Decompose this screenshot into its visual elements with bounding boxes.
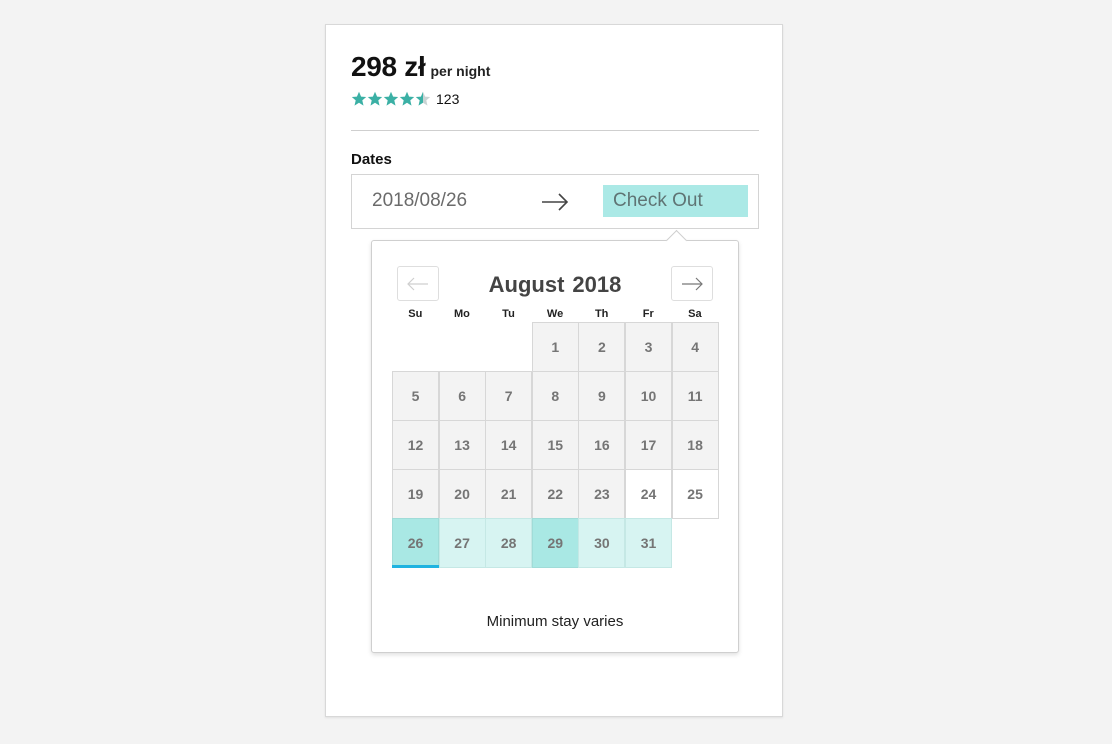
calendar-day[interactable]: 17 xyxy=(625,420,672,470)
calendar-day[interactable]: 11 xyxy=(671,371,719,421)
calendar-day[interactable]: 4 xyxy=(671,322,719,372)
check-in-field[interactable]: 2018/08/26 xyxy=(372,190,467,212)
calendar-day[interactable]: 16 xyxy=(578,420,626,470)
weekday-label: Su xyxy=(408,308,423,320)
calendar-day[interactable]: 7 xyxy=(485,371,533,421)
calendar-day[interactable]: 9 xyxy=(578,371,626,421)
price: 298 zł xyxy=(351,51,426,82)
calendar-day[interactable]: 24 xyxy=(625,469,672,519)
month-year: 2018 xyxy=(572,272,622,297)
dates-label: Dates xyxy=(351,151,392,168)
calendar-day[interactable]: 19 xyxy=(392,469,439,519)
calendar-day[interactable]: 18 xyxy=(671,420,719,470)
arrow-right-icon xyxy=(542,193,569,211)
divider xyxy=(351,130,759,131)
calendar-day[interactable]: 12 xyxy=(392,420,439,470)
review-count: 123 xyxy=(436,91,460,107)
calendar-day[interactable]: 10 xyxy=(625,371,672,421)
month-name: August xyxy=(488,272,565,297)
weekday-label: We xyxy=(546,308,564,320)
calendar-day[interactable]: 22 xyxy=(531,469,579,519)
calendar-day[interactable]: 29 xyxy=(531,518,579,568)
calendar-day[interactable]: 23 xyxy=(578,469,626,519)
minimum-stay-note: Minimum stay varies xyxy=(486,613,624,630)
calendar-popup: August 2018 Su Mo Tu We Th Fr Sa 1 2 3 4 5 6 7 8 9 10 11 1… xyxy=(371,229,739,653)
arrow-right-icon xyxy=(682,277,703,290)
calendar-day[interactable]: 8 xyxy=(531,371,579,421)
calendar-day[interactable]: 5 xyxy=(392,371,439,421)
calendar-day[interactable]: 1 xyxy=(531,322,579,372)
calendar-day[interactable]: 26 xyxy=(392,518,439,568)
star-icon xyxy=(367,91,383,106)
next-month-button[interactable] xyxy=(671,266,713,301)
booking-card: 298 zł per night 123 Dates 2018/08/26 Ch… xyxy=(325,24,783,717)
price-row: 298 zł per night xyxy=(351,51,490,83)
star-icon xyxy=(415,91,431,106)
weekday-label: Sa xyxy=(688,308,702,320)
calendar-day[interactable]: 15 xyxy=(531,420,579,470)
star-rating xyxy=(351,91,431,107)
star-icon xyxy=(351,91,367,106)
calendar-day[interactable]: 3 xyxy=(625,322,672,372)
star-icon xyxy=(399,91,415,106)
per-night-label: per night xyxy=(430,63,491,79)
calendar-day[interactable]: 25 xyxy=(671,469,719,519)
star-icon xyxy=(383,91,399,106)
calendar-day[interactable]: 28 xyxy=(485,518,533,568)
weekday-label: Mo xyxy=(453,308,470,320)
calendar-day[interactable]: 21 xyxy=(485,469,533,519)
calendar-day[interactable]: 30 xyxy=(578,518,626,568)
check-out-field[interactable]: Check Out xyxy=(603,185,748,217)
weekday-label: Fr xyxy=(642,308,654,320)
calendar-day[interactable]: 2 xyxy=(578,322,626,372)
date-range-input: 2018/08/26 Check Out xyxy=(351,174,759,229)
calendar-day[interactable]: 6 xyxy=(438,371,486,421)
weekday-header: Su Mo Tu We Th Fr Sa xyxy=(392,308,718,320)
calendar-day[interactable]: 20 xyxy=(438,469,486,519)
calendar-day[interactable]: 27 xyxy=(438,518,486,568)
weekday-label: Tu xyxy=(502,308,515,320)
rating-row[interactable]: 123 xyxy=(351,91,459,107)
calendar-day[interactable]: 13 xyxy=(438,420,486,470)
calendar-day[interactable]: 31 xyxy=(625,518,672,568)
calendar-day[interactable]: 14 xyxy=(485,420,533,470)
weekday-label: Th xyxy=(594,308,609,320)
popup-caret xyxy=(665,229,688,252)
